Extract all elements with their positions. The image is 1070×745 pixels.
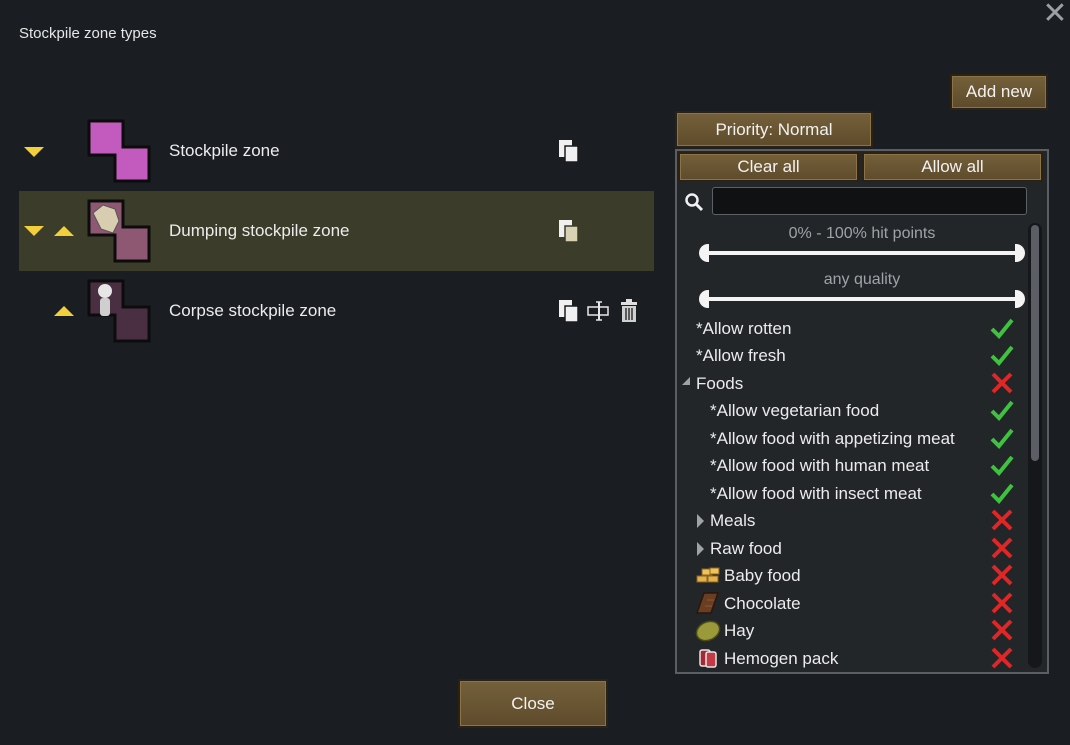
check-icon[interactable] <box>990 399 1014 421</box>
copy-icon[interactable] <box>557 138 581 164</box>
filter-item[interactable]: Hay <box>724 617 754 644</box>
stockpile-zone-icon <box>87 119 151 183</box>
slider-max-handle[interactable] <box>1015 290 1025 308</box>
filter-item-label: *Allow fresh <box>696 346 786 365</box>
zone-row-corpse[interactable]: Corpse stockpile zone <box>19 271 654 351</box>
filter-item-label: Meals <box>710 511 756 530</box>
filter-panel: Clear all Allow all 0% - 100% hit points… <box>675 149 1049 674</box>
filter-item-label: Foods <box>696 374 744 393</box>
filter-item[interactable]: *Allow food with appetizing meat <box>710 425 955 452</box>
collapsed-triangle-icon[interactable] <box>697 542 704 556</box>
check-icon[interactable] <box>990 427 1014 449</box>
close-button[interactable]: Close <box>458 679 608 728</box>
allow-all-button[interactable]: Allow all <box>862 152 1043 182</box>
quality-label: any quality <box>823 271 901 288</box>
filter-item[interactable]: Chocolate <box>724 590 801 617</box>
filter-item[interactable]: *Allow vegetarian food <box>710 397 879 424</box>
move-down-icon[interactable] <box>24 147 44 157</box>
filter-item-label: *Allow rotten <box>696 319 792 338</box>
filter-item-label: *Allow vegetarian food <box>710 401 880 420</box>
cross-icon[interactable] <box>990 647 1014 669</box>
filter-item-label: Chocolate <box>724 594 801 613</box>
filter-category[interactable]: Raw food <box>710 535 782 562</box>
zone-row-dumping[interactable]: Dumping stockpile zone <box>19 191 654 271</box>
move-up-icon[interactable] <box>54 226 74 236</box>
filter-item[interactable]: Hemogen pack <box>724 645 838 672</box>
search-icon <box>685 193 704 212</box>
filter-item[interactable]: *Allow food with insect meat <box>710 480 922 507</box>
scrollbar-thumb[interactable] <box>1031 225 1039 461</box>
zone-label: Stockpile zone <box>169 141 280 160</box>
move-down-icon[interactable] <box>24 226 44 236</box>
zone-row-stockpile[interactable]: Stockpile zone <box>19 111 654 191</box>
filter-item[interactable]: *Allow fresh <box>696 342 786 369</box>
slider-min-handle[interactable] <box>699 290 709 308</box>
filter-item-label: *Allow food with human meat <box>710 456 930 475</box>
close-icon[interactable]: ✕ <box>1040 0 1070 29</box>
dumping-zone-icon <box>87 199 151 263</box>
quality-slider[interactable] <box>699 290 1025 308</box>
cross-icon[interactable] <box>990 372 1014 394</box>
hemogen-pack-icon <box>699 649 717 668</box>
baby-food-icon <box>696 567 720 583</box>
filter-item[interactable]: *Allow rotten <box>696 315 791 342</box>
search-input[interactable] <box>712 187 1027 215</box>
rename-icon[interactable] <box>587 300 611 322</box>
check-icon[interactable] <box>990 454 1014 476</box>
delete-icon[interactable] <box>619 299 639 323</box>
clear-all-button[interactable]: Clear all <box>678 152 859 182</box>
filter-item-label: *Allow food with appetizing meat <box>710 429 955 448</box>
dialog-title: Stockpile zone types <box>19 25 157 42</box>
slider-min-handle[interactable] <box>699 244 709 262</box>
cross-icon[interactable] <box>990 564 1014 586</box>
filter-category[interactable]: Foods <box>696 370 743 397</box>
move-up-icon[interactable] <box>54 306 74 316</box>
copy-icon[interactable] <box>557 218 581 244</box>
priority-button[interactable]: Priority: Normal <box>675 111 873 148</box>
filter-item-label: Baby food <box>724 566 801 585</box>
filter-item-label: Hay <box>724 621 755 640</box>
filter-item-label: Raw food <box>710 539 782 558</box>
zone-label: Corpse stockpile zone <box>169 301 337 320</box>
copy-icon[interactable] <box>557 298 581 324</box>
filter-item-label: Hemogen pack <box>724 649 839 668</box>
hay-icon <box>695 620 721 642</box>
check-icon[interactable] <box>990 344 1014 366</box>
expanded-triangle-icon[interactable] <box>682 377 690 385</box>
cross-icon[interactable] <box>990 509 1014 531</box>
check-icon[interactable] <box>990 482 1014 504</box>
check-icon[interactable] <box>990 317 1014 339</box>
hit-points-label: 0% - 100% hit points <box>788 225 936 242</box>
corpse-zone-icon <box>87 279 151 343</box>
chocolate-icon <box>695 592 720 614</box>
filter-item-label: *Allow food with insect meat <box>710 484 922 503</box>
add-new-button[interactable]: Add new <box>950 74 1048 110</box>
collapsed-triangle-icon[interactable] <box>697 514 704 528</box>
filter-item[interactable]: Baby food <box>724 562 801 589</box>
hit-points-slider[interactable] <box>699 244 1025 262</box>
filter-category[interactable]: Meals <box>710 507 755 534</box>
filter-item[interactable]: *Allow food with human meat <box>710 452 929 479</box>
cross-icon[interactable] <box>990 537 1014 559</box>
cross-icon[interactable] <box>990 592 1014 614</box>
slider-max-handle[interactable] <box>1015 244 1025 262</box>
cross-icon[interactable] <box>990 619 1014 641</box>
zone-label: Dumping stockpile zone <box>169 221 350 240</box>
